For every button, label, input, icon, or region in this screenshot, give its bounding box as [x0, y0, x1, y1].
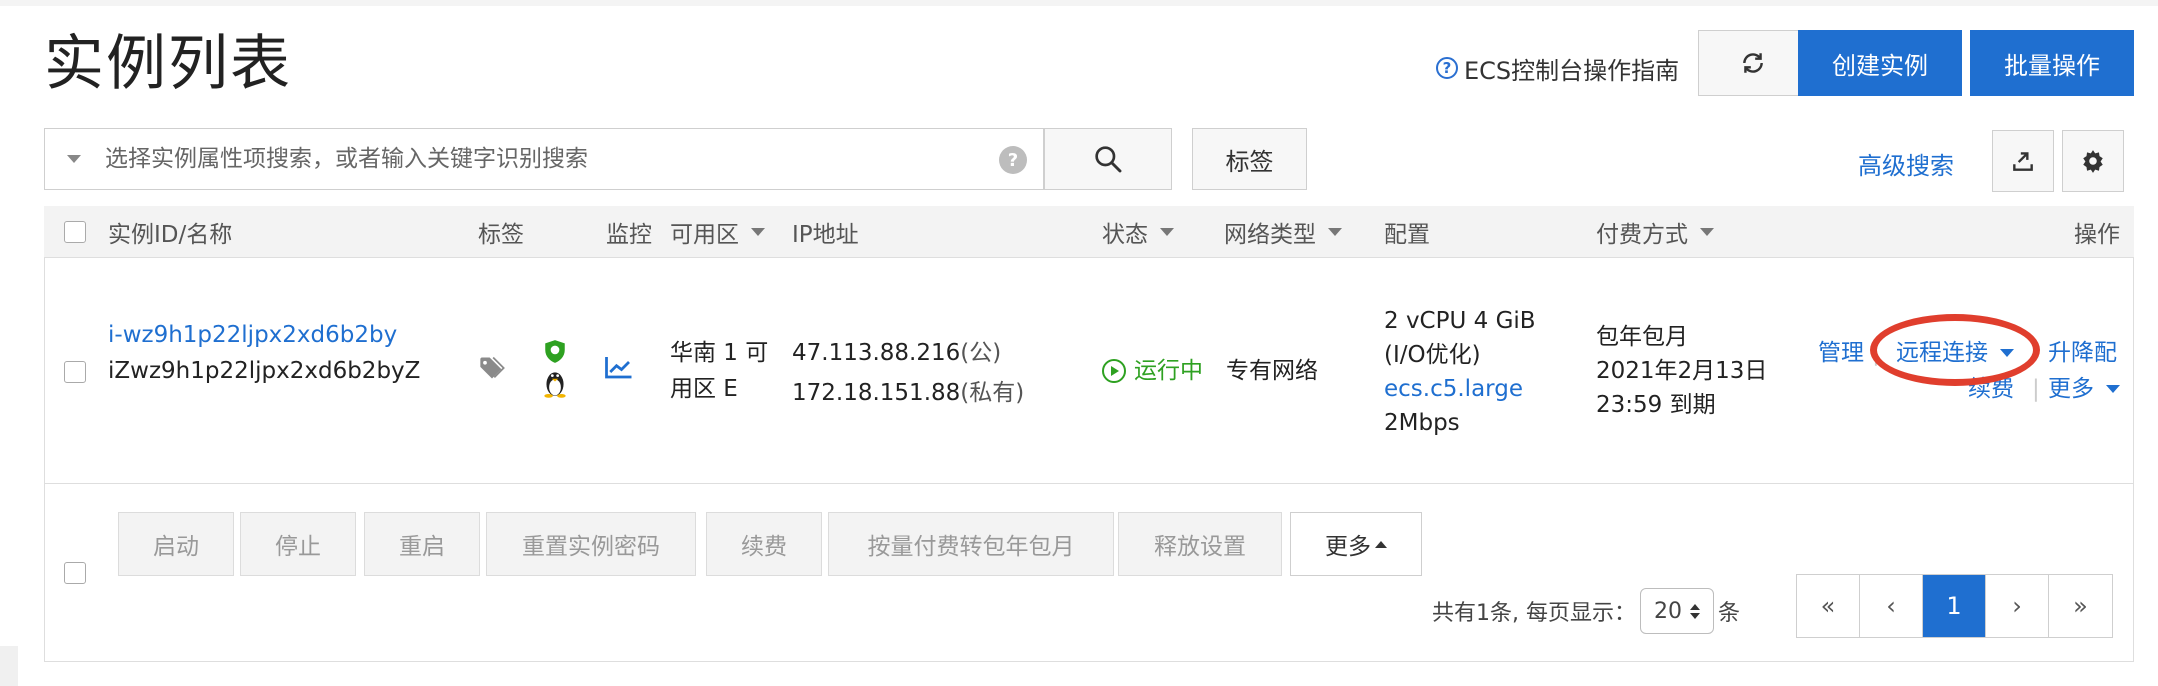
- pagination: « ‹ 1 › »: [1796, 574, 2113, 638]
- col-header-monitor: 监控: [606, 222, 652, 248]
- stepper-icon: [1689, 603, 1700, 619]
- search-help-icon[interactable]: ?: [999, 146, 1027, 174]
- batch-operation-button[interactable]: 批量操作: [1970, 30, 2134, 96]
- config-spec: 2 vCPU 4 GiB: [1384, 308, 1536, 334]
- page-title: 实例列表: [44, 29, 292, 99]
- public-ip: 47.113.88.216(公): [792, 336, 1001, 370]
- filter-dropdown-icon[interactable]: [67, 155, 81, 163]
- col-header-ops: 操作: [2074, 222, 2120, 248]
- footer-select-checkbox[interactable]: [64, 562, 86, 584]
- guide-label: ECS控制台操作指南: [1464, 56, 1680, 85]
- zone-filter-icon: [751, 228, 765, 236]
- total-count-text: 共有1条, 每页显示：: [1432, 601, 1636, 626]
- more-actions-link[interactable]: 更多: [2048, 372, 2120, 406]
- private-ip: 172.18.151.88(私有): [792, 376, 1024, 410]
- page-size-unit: 条: [1717, 601, 1740, 626]
- console-guide-link[interactable]: ? ECS控制台操作指南: [1436, 50, 1679, 86]
- instance-type-link[interactable]: ecs.c5.large: [1384, 372, 1523, 406]
- search-icon: [1095, 146, 1122, 173]
- top-strip: [0, 0, 2158, 6]
- expire-time: 23:59 到期: [1596, 392, 1716, 418]
- convert-billing-button[interactable]: 按量付费转包年包月: [828, 512, 1114, 576]
- linux-penguin-icon: [544, 372, 566, 398]
- col-header-network[interactable]: 网络类型: [1224, 206, 1342, 258]
- col-header-billing[interactable]: 付费方式: [1596, 206, 1714, 258]
- pagination-info: 共有1条, 每页显示： 20 条: [1432, 588, 1740, 634]
- col-header-config: 配置: [1384, 222, 1430, 248]
- search-input[interactable]: [103, 145, 967, 173]
- manage-link[interactable]: 管理: [1818, 336, 1864, 370]
- refresh-button[interactable]: [1698, 30, 1808, 96]
- select-all-checkbox[interactable]: [64, 221, 86, 243]
- corner-artifact: [0, 646, 18, 686]
- create-instance-button[interactable]: 创建实例: [1798, 30, 1962, 96]
- col-header-status[interactable]: 状态: [1102, 206, 1174, 258]
- tag-filter-button[interactable]: 标签: [1192, 128, 1307, 190]
- billing-type: 包年包月: [1596, 324, 1688, 350]
- instance-name: iZwz9h1p22ljpx2xd6b2byZ: [108, 358, 421, 384]
- upgrade-link[interactable]: 升降配: [2048, 336, 2117, 370]
- start-button[interactable]: 启动: [118, 512, 234, 576]
- expire-date: 2021年2月13日: [1596, 358, 1768, 384]
- last-page-button[interactable]: »: [2049, 575, 2112, 637]
- tag-icon[interactable]: [476, 354, 508, 382]
- advanced-search-link[interactable]: 高级搜索: [1858, 146, 1954, 181]
- col-header-zone[interactable]: 可用区: [670, 206, 765, 258]
- status-filter-icon: [1160, 228, 1174, 236]
- private-ip-value: 172.18.151.88: [792, 380, 961, 406]
- col-header-tag: 标签: [478, 222, 524, 248]
- gear-icon: [2083, 150, 2103, 173]
- table-header: [44, 206, 2134, 258]
- settings-button[interactable]: [2062, 130, 2124, 192]
- private-ip-suffix: (私有): [960, 380, 1025, 406]
- zone-line-2: 用区 E: [670, 376, 738, 402]
- export-icon: [2013, 152, 2033, 171]
- restart-button[interactable]: 重启: [364, 512, 480, 576]
- public-ip-value: 47.113.88.216: [792, 340, 961, 366]
- reset-password-button[interactable]: 重置实例密码: [486, 512, 696, 576]
- more-caret-icon: [2106, 385, 2120, 393]
- col-header-id: 实例ID/名称: [108, 222, 233, 248]
- shield-icon: [545, 340, 565, 363]
- footer-more-button[interactable]: 更多: [1290, 512, 1422, 576]
- first-page-button[interactable]: «: [1797, 575, 1860, 637]
- page-size-select[interactable]: 20: [1639, 588, 1714, 634]
- row-checkbox[interactable]: [64, 361, 86, 383]
- search-bar: ?: [44, 128, 1044, 190]
- caret-up-icon: [1375, 540, 1387, 548]
- billing-filter-icon: [1700, 228, 1714, 236]
- public-ip-suffix: (公): [960, 340, 1002, 366]
- highlight-annotation-circle: [1870, 314, 2040, 386]
- export-button[interactable]: [1992, 130, 2054, 192]
- monitor-chart-icon[interactable]: [604, 354, 634, 380]
- prev-page-button[interactable]: ‹: [1860, 575, 1923, 637]
- help-circle-icon: ?: [1436, 57, 1458, 79]
- release-settings-button[interactable]: 释放设置: [1118, 512, 1282, 576]
- instance-id-link[interactable]: i-wz9h1p22ljpx2xd6b2by: [108, 318, 397, 352]
- renew-button[interactable]: 续费: [706, 512, 822, 576]
- config-io: (I/O优化): [1384, 342, 1481, 368]
- refresh-icon: [1743, 53, 1763, 73]
- running-icon: [1102, 359, 1126, 383]
- zone-line-1: 华南 1 可: [670, 340, 769, 366]
- bandwidth: 2Mbps: [1384, 410, 1460, 436]
- col-header-ip: IP地址: [792, 222, 859, 248]
- stop-button[interactable]: 停止: [240, 512, 356, 576]
- status-running: 运行中: [1102, 354, 1203, 388]
- network-type: 专有网络: [1226, 358, 1318, 384]
- search-button[interactable]: [1044, 128, 1172, 190]
- next-page-button[interactable]: ›: [1986, 575, 2049, 637]
- current-page-button[interactable]: 1: [1923, 575, 1986, 637]
- network-filter-icon: [1328, 228, 1342, 236]
- ops-divider: |: [2032, 376, 2040, 402]
